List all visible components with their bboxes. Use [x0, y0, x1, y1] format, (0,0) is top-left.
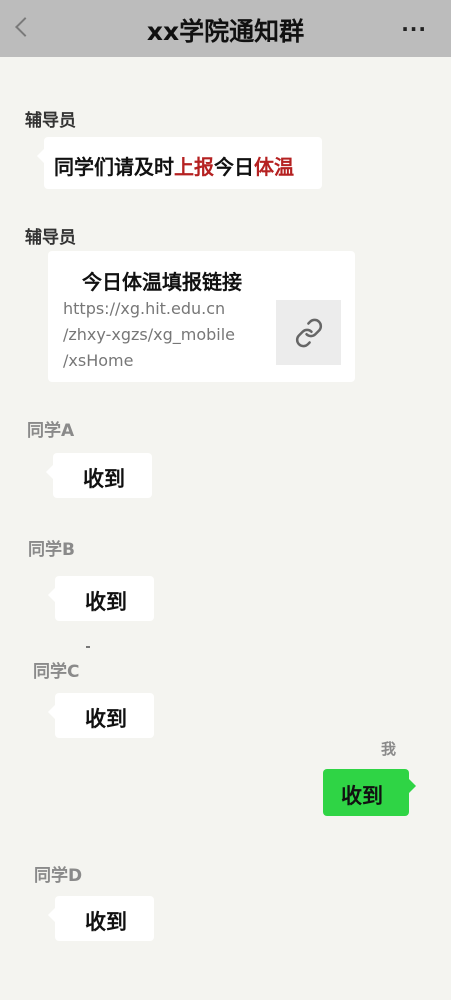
link-title: 今日体温填报链接 [82, 270, 242, 294]
sender-name: 我 [381, 740, 397, 758]
message-text: 收到 [83, 467, 125, 491]
sender-name: 辅导员 [25, 111, 76, 131]
decorative-speck [86, 646, 90, 648]
message-text: 收到 [85, 707, 127, 731]
message-text-part: 同学们请及时 [54, 155, 174, 179]
message-text: 收到 [341, 784, 383, 808]
link-url-line: /zhxy-xgzs/xg_mobile [63, 325, 235, 344]
sender-name: 同学D [34, 866, 83, 886]
message-bubble[interactable]: 收到 [48, 896, 154, 941]
sender-name: 同学B [28, 540, 75, 560]
sender-name: 同学A [27, 421, 75, 441]
sender-name: 辅导员 [25, 228, 76, 248]
message-text: 收到 [85, 910, 127, 934]
message-bubble[interactable]: 收到 [48, 576, 154, 621]
link-card[interactable]: 今日体温填报链接 https://xg.hit.edu.cn /zhxy-xgz… [48, 251, 355, 382]
sender-name: 同学C [33, 662, 80, 682]
message-text-highlight: 上报 [174, 155, 214, 179]
top-navigation-bar: xx学院通知群 ··· [0, 0, 451, 57]
message-bubble[interactable]: 收到 [48, 693, 154, 738]
link-url: https://xg.hit.edu.cn /zhxy-xgzs/xg_mobi… [63, 296, 268, 374]
message-text-highlight: 体温 [254, 155, 294, 179]
link-url-line: /xsHome [63, 351, 134, 370]
chat-title: xx学院通知群 [146, 17, 305, 46]
message-text: 同学们请及时上报今日体温 [54, 151, 294, 180]
message-bubble[interactable]: 收到 [46, 453, 152, 498]
link-icon [295, 318, 323, 348]
my-message-bubble[interactable]: 收到 [323, 769, 416, 816]
more-icon[interactable]: ··· [401, 17, 427, 41]
message-bubble[interactable]: 同学们请及时上报今日体温 [37, 137, 322, 189]
link-thumbnail [276, 300, 341, 365]
message-text: 收到 [85, 590, 127, 614]
message-text-part: 今日 [214, 155, 254, 179]
link-url-line: https://xg.hit.edu.cn [63, 299, 226, 318]
